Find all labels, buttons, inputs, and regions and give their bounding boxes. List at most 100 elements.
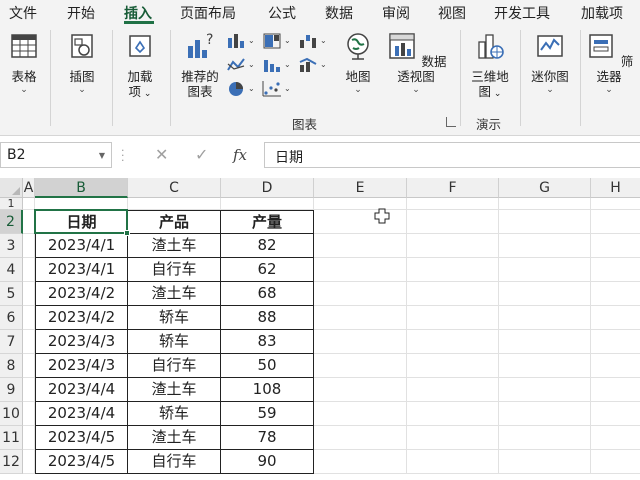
grid-cell[interactable] (499, 234, 591, 258)
sparkline-button[interactable]: 迷你图 ⌄ (528, 30, 572, 96)
table-cell[interactable]: 82 (221, 234, 314, 258)
formula-input[interactable]: 日期 (264, 142, 640, 168)
grid-cell[interactable] (314, 378, 407, 402)
table-cell[interactable]: 62 (221, 258, 314, 282)
row-header-12[interactable]: 12 (0, 450, 23, 474)
column-header-f[interactable]: F (407, 178, 499, 198)
bar-chart-icon[interactable] (226, 32, 246, 50)
row-header-9[interactable]: 9 (0, 378, 23, 402)
table-cell[interactable]: 2023/4/5 (35, 450, 128, 474)
column-header-h[interactable]: H (591, 178, 640, 198)
row-header-2[interactable]: 2 (0, 210, 23, 234)
grid-cell[interactable] (23, 450, 35, 474)
table-cell[interactable]: 渣土车 (128, 426, 221, 450)
grid-cell[interactable] (591, 330, 640, 354)
table-cell[interactable]: 自行车 (128, 354, 221, 378)
tab-insert[interactable]: 插入 (124, 3, 152, 23)
grid-cell[interactable] (591, 258, 640, 282)
grid-cell[interactable] (499, 258, 591, 282)
grid-cell[interactable] (407, 306, 499, 330)
grid-cell[interactable] (591, 306, 640, 330)
table-cell[interactable]: 108 (221, 378, 314, 402)
grid-cell[interactable] (23, 402, 35, 426)
grid-cell[interactable] (314, 450, 407, 474)
row-header-8[interactable]: 8 (0, 354, 23, 378)
table-cell[interactable]: 59 (221, 402, 314, 426)
table-cell[interactable]: 2023/4/4 (35, 402, 128, 426)
row-header-3[interactable]: 3 (0, 234, 23, 258)
map-button[interactable]: 地图 ⌄ (338, 30, 378, 96)
grid-cell[interactable] (499, 198, 591, 210)
row-header-6[interactable]: 6 (0, 306, 23, 330)
grid-cell[interactable] (23, 306, 35, 330)
worksheet-grid[interactable]: A B C D E F G H 1 2 3 4 5 6 7 8 9 10 11 12 日期 产品 产量 2023/4/1 渣土车… (0, 178, 640, 480)
row-header-5[interactable]: 5 (0, 282, 23, 306)
grid-cell[interactable] (499, 378, 591, 402)
tab-review[interactable]: 审阅 (382, 3, 410, 23)
table-cell[interactable]: 2023/4/1 (35, 258, 128, 282)
table-cell[interactable]: 轿车 (128, 306, 221, 330)
row-header-7[interactable]: 7 (0, 330, 23, 354)
table-cell[interactable]: 78 (221, 426, 314, 450)
grid-cell[interactable] (314, 258, 407, 282)
table-cell[interactable]: 渣土车 (128, 282, 221, 306)
tab-data[interactable]: 数据 (325, 3, 353, 23)
statistic-chart-icon[interactable] (262, 56, 282, 74)
table-cell[interactable]: 2023/4/2 (35, 282, 128, 306)
grid-cell[interactable] (591, 198, 640, 210)
grid-cell[interactable] (314, 426, 407, 450)
table-cell[interactable]: 83 (221, 330, 314, 354)
table-cell[interactable]: 2023/4/1 (35, 234, 128, 258)
grid-cell[interactable] (407, 258, 499, 282)
line-chart-icon[interactable] (226, 56, 246, 74)
table-cell[interactable]: 88 (221, 306, 314, 330)
row-header-1[interactable]: 1 (0, 198, 23, 210)
grid-cell[interactable] (23, 234, 35, 258)
hierarchy-chart-icon[interactable] (262, 32, 282, 50)
waterfall-chart-icon[interactable] (298, 32, 318, 50)
column-header-d[interactable]: D (221, 178, 314, 198)
column-header-c[interactable]: C (128, 178, 221, 198)
grid-cell[interactable] (499, 306, 591, 330)
grid-cell[interactable] (23, 282, 35, 306)
table-cell[interactable]: 2023/4/3 (35, 330, 128, 354)
table-cell[interactable]: 2023/4/4 (35, 378, 128, 402)
tab-page-layout[interactable]: 页面布局 (180, 3, 236, 23)
table-cell[interactable]: 渣土车 (128, 234, 221, 258)
grid-cell[interactable] (314, 330, 407, 354)
grid-cell[interactable] (407, 282, 499, 306)
grid-cell[interactable] (23, 354, 35, 378)
table-cell[interactable]: 90 (221, 450, 314, 474)
grid-cell[interactable] (591, 402, 640, 426)
column-header-e[interactable]: E (314, 178, 407, 198)
table-cell[interactable]: 2023/4/5 (35, 426, 128, 450)
table-header-cell[interactable]: 产量 (221, 210, 314, 234)
illustrations-button[interactable]: 插图 ⌄ (62, 30, 102, 96)
tab-developer[interactable]: 开发工具 (494, 3, 550, 23)
select-all-button[interactable] (0, 178, 23, 198)
cancel-icon[interactable]: ✕ (155, 145, 168, 164)
grid-cell[interactable] (499, 354, 591, 378)
grid-cell[interactable] (314, 282, 407, 306)
column-header-b[interactable]: B (35, 178, 128, 198)
grid-cell[interactable] (128, 198, 221, 210)
table-cell[interactable]: 68 (221, 282, 314, 306)
grid-cell[interactable] (314, 354, 407, 378)
grid-cell[interactable] (591, 282, 640, 306)
column-header-a[interactable]: A (23, 178, 35, 198)
grid-cell[interactable] (314, 306, 407, 330)
grid-cell[interactable] (314, 234, 407, 258)
table-cell[interactable]: 2023/4/2 (35, 306, 128, 330)
formula-bar-resize-handle[interactable]: · · · (121, 145, 125, 166)
slicer-button[interactable]: 筛选器 ⌄ (584, 30, 634, 96)
grid-cell[interactable] (407, 402, 499, 426)
fill-handle[interactable] (124, 230, 130, 236)
table-cell[interactable]: 自行车 (128, 450, 221, 474)
grid-cell[interactable] (591, 450, 640, 474)
grid-cell[interactable] (23, 330, 35, 354)
grid-cell[interactable] (407, 234, 499, 258)
grid-cell[interactable] (499, 282, 591, 306)
grid-cell[interactable] (591, 426, 640, 450)
pie-chart-icon[interactable] (226, 80, 246, 98)
grid-cell[interactable] (407, 378, 499, 402)
